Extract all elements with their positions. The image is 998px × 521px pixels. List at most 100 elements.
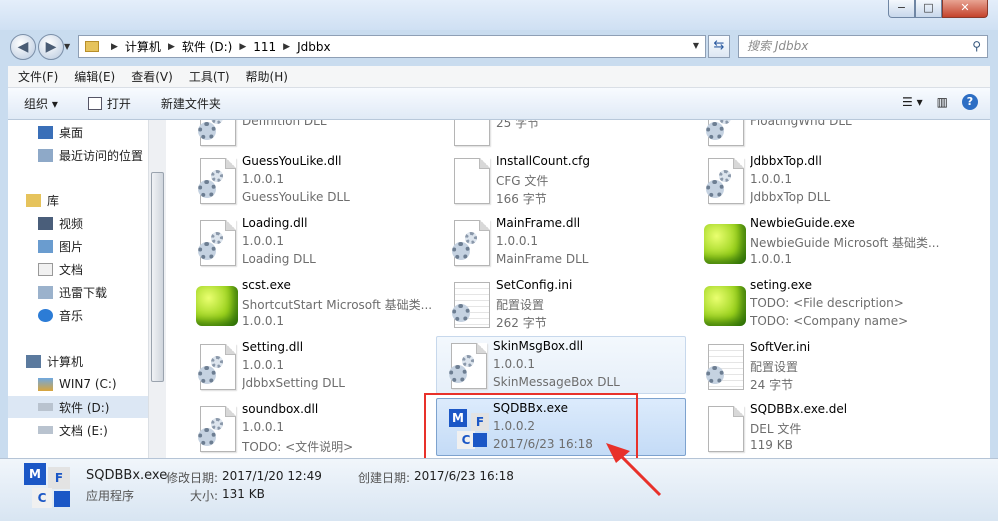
file-size: 24 字节 <box>750 378 794 392</box>
file-item[interactable]: scst.exe ShortcutStart Microsoft 基础类... … <box>186 276 436 334</box>
refresh-button[interactable]: ⇆ <box>708 35 730 58</box>
menu-tools[interactable]: 工具(T) <box>189 68 230 85</box>
menu-help[interactable]: 帮助(H) <box>246 68 288 85</box>
sidebar-item-drive-d[interactable]: 软件 (D:) <box>8 396 148 418</box>
breadcrumb-computer[interactable]: 计算机 <box>125 38 161 55</box>
breadcrumb-separator[interactable]: ▶ <box>283 42 290 52</box>
sidebar-item-documents[interactable]: 文档 <box>8 258 148 280</box>
address-dropdown-icon[interactable]: ▼ <box>693 41 699 50</box>
computer-icon <box>26 354 41 368</box>
sidebar-item-label: 文档 <box>59 262 84 277</box>
thunder-download-icon <box>38 285 53 299</box>
sidebar-scrollbar-thumb[interactable] <box>151 172 164 382</box>
sidebar-item-recent-places[interactable]: 最近访问的位置 <box>8 144 148 166</box>
file-description: ShortcutStart Microsoft 基础类... <box>242 298 432 312</box>
preview-pane-icon[interactable]: ▥ <box>937 95 948 109</box>
search-icon[interactable]: ⚲ <box>972 36 981 57</box>
file-description: TODO: <文件说明> <box>242 440 354 454</box>
menu-edit[interactable]: 编辑(E) <box>74 68 115 85</box>
sidebar-item-label: WIN7 (C:) <box>59 377 117 391</box>
title-bar: − □ ✕ <box>0 0 998 30</box>
breadcrumb-jdbbx[interactable]: Jdbbx <box>297 40 331 54</box>
organize-button[interactable]: 组织 ▾ <box>24 95 58 112</box>
minimize-button[interactable]: − <box>888 0 915 18</box>
file-size: 262 字节 <box>496 316 547 330</box>
forward-button[interactable]: ▶ <box>38 34 64 60</box>
drive-c-icon <box>38 377 53 391</box>
window-controls: − □ ✕ <box>888 0 988 18</box>
file-item[interactable]: MainFrame.dll 1.0.0.1 MainFrame DLL <box>440 214 690 272</box>
command-bar: 组织 ▾ 打开 新建文件夹 ☰ ▾ ▥ ? <box>8 88 990 120</box>
recent-pages-dropdown[interactable]: ▼ <box>64 42 70 51</box>
open-label: 打开 <box>106 97 131 111</box>
file-item[interactable]: Loading.dll 1.0.0.1 Loading DLL <box>186 214 436 272</box>
file-type: DEL 文件 <box>750 422 802 436</box>
file-description: JdbbxSetting DLL <box>242 376 345 390</box>
file-item[interactable]: GuessYouLike.dll 1.0.0.1 GuessYouLike DL… <box>186 152 436 210</box>
file-item[interactable]: JdbbxTop.dll 1.0.0.1 JdbbxTop DLL <box>694 152 944 210</box>
breadcrumb-separator[interactable]: ▶ <box>111 42 118 52</box>
search-input[interactable]: 搜索 Jdbbx ⚲ <box>738 35 988 58</box>
file-icon <box>446 120 492 148</box>
maximize-button[interactable]: □ <box>915 0 942 18</box>
desktop-icon <box>38 125 53 139</box>
sidebar-item-label: 最近访问的位置 <box>59 148 144 163</box>
documents-icon <box>38 262 53 276</box>
file-version: 1.0.0.1 <box>750 252 792 266</box>
file-type: CFG 文件 <box>496 174 549 188</box>
file-description: GuessYouLike DLL <box>242 190 350 204</box>
toolbar-right: ☰ ▾ ▥ ? <box>888 94 978 110</box>
library-icon <box>26 193 41 207</box>
file-item[interactable]: Setting.dll 1.0.0.1 JdbbxSetting DLL <box>186 338 436 396</box>
file-item[interactable]: 25 字节 <box>440 120 690 152</box>
annotation-arrow-icon <box>606 443 662 497</box>
new-folder-button[interactable]: 新建文件夹 <box>161 95 221 112</box>
file-item[interactable]: SetConfig.ini 配置设置 262 字节 <box>440 276 690 334</box>
open-button[interactable]: 打开 <box>87 95 131 112</box>
breadcrumb-separator[interactable]: ▶ <box>168 42 175 52</box>
file-name: MainFrame.dll <box>496 216 581 230</box>
file-item[interactable]: seting.exe TODO: <File description> TODO… <box>694 276 944 334</box>
file-description: SkinMessageBox DLL <box>493 375 620 389</box>
change-view-icon[interactable]: ☰ ▾ <box>902 95 923 109</box>
file-item[interactable]: FloatingWnd DLL <box>694 120 944 152</box>
sidebar-item-pictures[interactable]: 图片 <box>8 235 148 257</box>
file-version: 1.0.0.1 <box>242 358 284 372</box>
file-company: TODO: <Company name> <box>750 314 909 328</box>
sidebar-item-label: 图片 <box>59 239 84 254</box>
back-button[interactable]: ◀ <box>10 34 36 60</box>
sidebar-item-thunder-download[interactable]: 迅雷下载 <box>8 281 148 303</box>
file-item[interactable]: InstallCount.cfg CFG 文件 166 字节 <box>440 152 690 210</box>
file-item[interactable]: SoftVer.ini 配置设置 24 字节 <box>694 338 944 396</box>
sidebar-item-drive-e[interactable]: 文档 (E:) <box>8 419 148 441</box>
file-item[interactable]: Definition DLL <box>186 120 436 152</box>
sidebar-item-drive-c[interactable]: WIN7 (C:) <box>8 373 148 395</box>
file-name: SkinMsgBox.dll <box>493 339 584 353</box>
file-item[interactable]: NewbieGuide.exe NewbieGuide Microsoft 基础… <box>694 214 944 272</box>
breadcrumb-111[interactable]: 111 <box>253 40 276 54</box>
file-description: NewbieGuide Microsoft 基础类... <box>750 236 940 250</box>
menu-view[interactable]: 查看(V) <box>131 68 173 85</box>
breadcrumb-drive-d[interactable]: 软件 (D:) <box>182 38 232 55</box>
file-version: 1.0.0.1 <box>242 172 284 186</box>
sidebar-item-video[interactable]: 视频 <box>8 212 148 234</box>
dll-file-icon <box>192 218 238 268</box>
address-bar[interactable]: ▶ 计算机 ▶ 软件 (D:) ▶ 111 ▶ Jdbbx ▼ <box>78 35 706 58</box>
file-item[interactable]: SkinMsgBox.dll 1.0.0.1 SkinMessageBox DL… <box>436 336 686 394</box>
dll-file-icon <box>700 156 746 206</box>
breadcrumb-separator[interactable]: ▶ <box>239 42 246 52</box>
file-item[interactable]: SQDBBx.exe.del DEL 文件 119 KB <box>694 400 944 458</box>
sidebar-scrollbar[interactable] <box>148 120 166 458</box>
file-description: JdbbxTop DLL <box>750 190 831 204</box>
sidebar-item-desktop[interactable]: 桌面 <box>8 121 148 143</box>
menu-file[interactable]: 文件(F) <box>18 68 58 85</box>
green-cube-app-icon <box>700 280 746 330</box>
help-icon[interactable]: ? <box>962 94 978 110</box>
sidebar-item-computer[interactable]: 计算机 <box>8 350 148 372</box>
close-button[interactable]: ✕ <box>942 0 988 18</box>
sidebar-item-music[interactable]: 音乐 <box>8 304 148 326</box>
sidebar-item-library[interactable]: 库 <box>8 189 148 211</box>
file-item[interactable]: soundbox.dll 1.0.0.1 TODO: <文件说明> <box>186 400 436 458</box>
file-description: Definition DLL <box>242 120 327 128</box>
file-version: 1.0.0.1 <box>242 420 284 434</box>
